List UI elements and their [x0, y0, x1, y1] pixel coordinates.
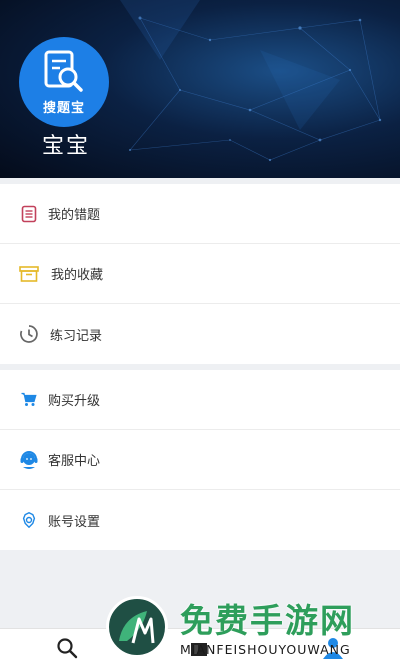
- watermark-title: 免费手游网: [180, 601, 355, 640]
- wrong-questions-icon: [19, 204, 39, 224]
- search-icon: [57, 638, 78, 659]
- menu-item-label: 账号设置: [48, 514, 101, 530]
- menu-group-study: 我的错题 我的收藏 练习记录: [0, 184, 400, 364]
- customer-service-icon: [19, 450, 39, 470]
- profile-header: 搜题宝 宝宝: [0, 0, 400, 178]
- menu-item-practice-history[interactable]: 练习记录: [0, 304, 400, 364]
- username[interactable]: 宝宝: [42, 128, 90, 160]
- app-logo: 搜题宝: [19, 37, 109, 127]
- menu-item-label: 客服中心: [48, 454, 101, 469]
- menu-item-label: 我的收藏: [51, 268, 104, 283]
- favorites-box-icon: [19, 264, 39, 284]
- search-document-icon: [44, 50, 83, 92]
- menu-item-favorites[interactable]: 我的收藏: [0, 244, 400, 304]
- menu-item-label: 购买升级: [48, 394, 101, 409]
- watermark: 免费手游网 MIANFEISHOUYOUWANG: [100, 592, 400, 666]
- menu-item-upgrade[interactable]: 购买升级: [0, 370, 400, 430]
- watermark-logo: [106, 596, 168, 658]
- cart-icon: [19, 390, 39, 410]
- watermark-subtitle: MIANFEISHOUYOUWANG: [180, 642, 351, 657]
- menu-item-customer-service[interactable]: 客服中心: [0, 430, 400, 490]
- logo-text: 搜题宝: [42, 100, 85, 116]
- menu-group-account: 购买升级 客服中心 账号设置: [0, 370, 400, 550]
- menu-item-label: 练习记录: [50, 328, 103, 344]
- watermark-leaf-icon: [119, 611, 155, 644]
- tab-search[interactable]: [54, 635, 80, 661]
- menu-item-account-settings[interactable]: 账号设置: [0, 490, 400, 550]
- menu-item-label: 我的错题: [48, 208, 101, 223]
- menu-item-wrong-questions[interactable]: 我的错题: [0, 184, 400, 244]
- settings-gear-icon: [19, 510, 39, 530]
- history-clock-icon: [19, 324, 39, 344]
